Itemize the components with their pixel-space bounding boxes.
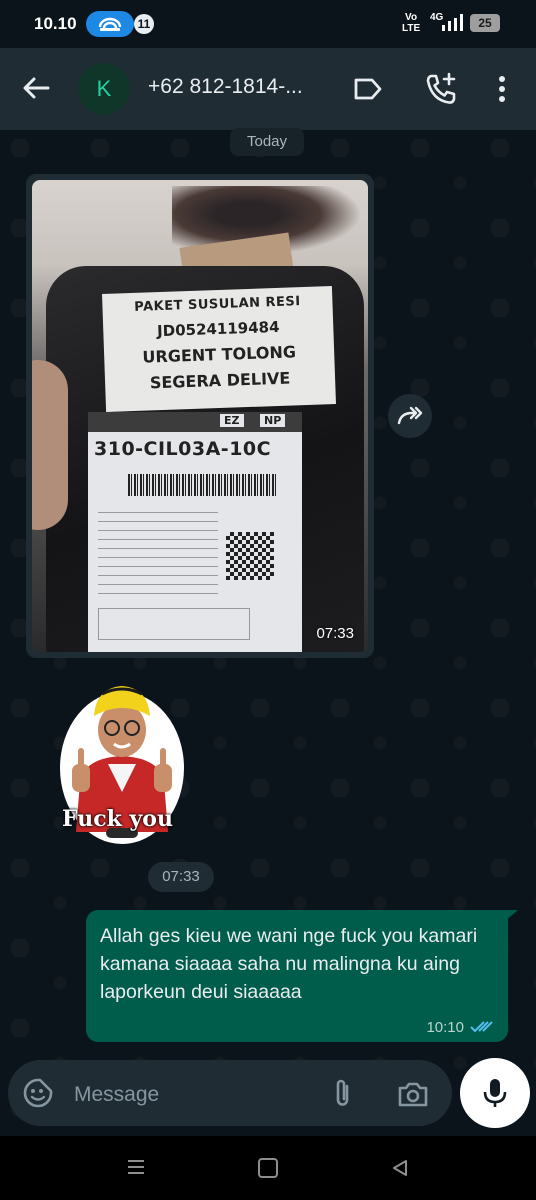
system-navigation-bar — [0, 1136, 536, 1200]
notification-count-badge: 11 — [134, 14, 154, 34]
back-triangle-icon[interactable] — [390, 1158, 410, 1178]
contact-name[interactable]: +62 812-1814-... — [148, 75, 303, 99]
sticker-emoji-icon — [23, 1078, 53, 1108]
label-chat-button[interactable] — [352, 74, 384, 104]
contact-avatar[interactable]: K — [78, 63, 130, 115]
forward-icon — [397, 406, 423, 425]
forward-button[interactable] — [388, 394, 432, 438]
double-check-read-icon — [470, 1021, 493, 1033]
bubble-tail — [504, 910, 518, 922]
sticker-caption: Fuck you — [62, 806, 173, 832]
status-bar: 10.10 11 Vo LTE 4G 25 — [0, 0, 536, 48]
back-button[interactable] — [18, 70, 54, 106]
camera-button[interactable] — [396, 1077, 430, 1111]
camera-icon — [398, 1082, 428, 1107]
message-text: Allah ges kieu we wani nge fuck you kama… — [100, 925, 478, 1003]
paperclip-icon — [336, 1079, 349, 1106]
sticker-time: 07:33 — [148, 862, 214, 892]
signal-strength-icon — [442, 14, 463, 31]
message-time: 10:10 — [426, 1019, 464, 1036]
volte-indicator: Vo LTE — [402, 12, 421, 34]
incoming-image-message[interactable]: PAKET SUSULAN RESI JD0524119484 URGENT T… — [26, 174, 374, 658]
chat-header: K +62 812-1814-... — [0, 48, 536, 130]
hotspot-icon — [86, 11, 134, 37]
sort-code: 310-CIL03A-10C — [94, 438, 272, 460]
battery-indicator: 25 — [470, 14, 500, 32]
recents-menu-icon[interactable] — [126, 1158, 146, 1176]
message-input[interactable] — [72, 1080, 296, 1110]
package-note-label: PAKET SUSULAN RESI JD0524119484 URGENT T… — [102, 286, 336, 412]
phone-add-icon — [426, 72, 456, 104]
message-time: 07:33 — [316, 625, 354, 642]
more-options-button[interactable] — [492, 72, 512, 106]
qr-code — [226, 532, 274, 580]
barcode — [128, 474, 278, 496]
attach-button[interactable] — [326, 1076, 360, 1110]
package-photo[interactable]: PAKET SUSULAN RESI JD0524119484 URGENT T… — [32, 180, 368, 652]
date-chip: Today — [230, 128, 304, 156]
kebab-menu-icon — [499, 76, 505, 102]
home-button-icon[interactable] — [258, 1158, 278, 1178]
add-call-button[interactable] — [424, 72, 458, 106]
emoji-button[interactable] — [22, 1077, 54, 1109]
voice-message-button[interactable] — [460, 1058, 530, 1128]
sticker-message[interactable]: Fuck you — [56, 672, 188, 856]
microphone-icon — [483, 1079, 507, 1107]
back-arrow-icon — [23, 77, 50, 99]
message-composer — [8, 1060, 452, 1126]
shipping-label: EZ NP 310-CIL03A-10C — [88, 412, 302, 652]
outgoing-message-bubble[interactable]: Allah ges kieu we wani nge fuck you kama… — [86, 910, 508, 1042]
label-icon — [354, 78, 382, 100]
status-time: 10.10 — [34, 14, 77, 33]
